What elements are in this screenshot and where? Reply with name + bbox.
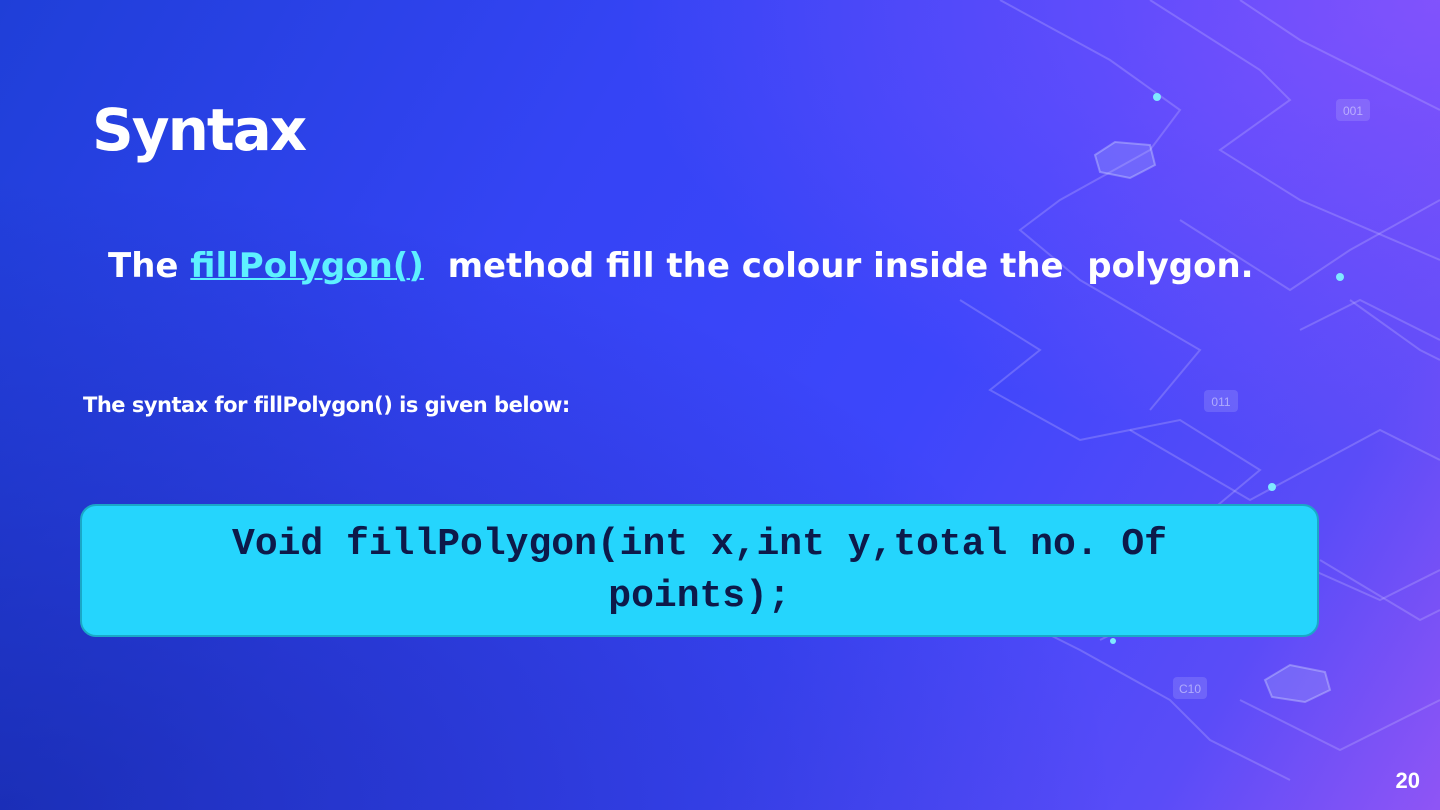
intro-sentence: The fillPolygon() method fill the colour… xyxy=(108,246,1254,286)
hexagon-shape xyxy=(1263,663,1332,704)
syntax-intro-text: The syntax for fillPolygon() is given be… xyxy=(83,393,570,417)
slide-title: Syntax xyxy=(92,96,307,164)
glow-dot xyxy=(1110,638,1116,644)
page-number: 20 xyxy=(1395,768,1420,793)
intro-prefix: The xyxy=(108,246,191,286)
code-syntax: Void fillPolygon(int x,int y,total no. O… xyxy=(232,522,1167,618)
glow-dot xyxy=(1336,273,1344,281)
tag-label: 011 xyxy=(1211,395,1230,409)
glow-dot xyxy=(1268,483,1276,491)
tag-label: 001 xyxy=(1343,104,1363,118)
fillpolygon-link[interactable]: fillPolygon() xyxy=(190,246,424,286)
code-box: Void fillPolygon(int x,int y,total no. O… xyxy=(80,504,1319,637)
intro-suffix: method fill the colour inside the polygo… xyxy=(423,246,1254,286)
slide: 001 011 C10 Syntax The fillPolygon() met… xyxy=(0,0,1440,810)
hexagon-shape xyxy=(1093,140,1157,180)
glow-dot xyxy=(1153,93,1161,101)
tag-label: C10 xyxy=(1179,682,1201,696)
